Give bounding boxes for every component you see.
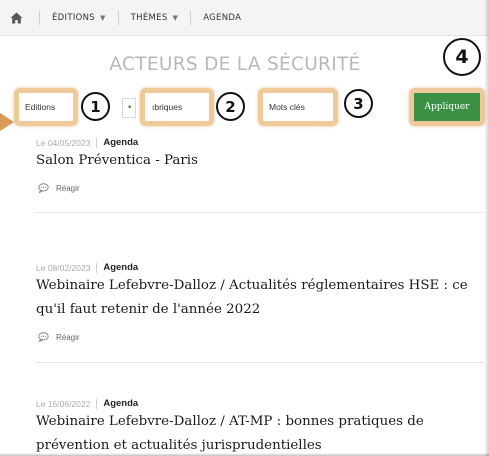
home-link[interactable]	[3, 0, 29, 36]
editions-filter-label: Editions	[25, 102, 56, 112]
nav-divider	[39, 10, 40, 25]
keywords-filter-input: Mots clés	[269, 102, 305, 112]
meta-divider	[96, 262, 98, 273]
list-item: Le 04/05/2023 Agenda Salon Préventica - …	[36, 137, 484, 193]
react-label: Réagir	[56, 332, 80, 342]
list-divider	[36, 362, 484, 363]
list-item: Le 08/02/2023 Agenda Webinaire Lefebvre-…	[36, 262, 484, 342]
article-meta: Le 08/02/2023 Agenda	[36, 262, 484, 273]
apply-button[interactable]: Appliquer	[414, 93, 480, 121]
chevron-down-icon: ▼	[172, 13, 179, 22]
rubriques-filter-label: ıbriques	[152, 102, 183, 112]
annotation-number-3: 3	[344, 89, 373, 118]
nav-item-themes[interactable]: THÈMES ▼	[129, 13, 181, 23]
list-divider	[36, 212, 484, 213]
comment-icon	[38, 332, 49, 342]
article-meta: Le 04/05/2023 Agenda	[36, 137, 484, 148]
annotation-number-4: 4	[443, 38, 481, 76]
nav-divider	[117, 10, 119, 25]
article-date: Le 08/02/2023	[36, 262, 91, 273]
meta-divider	[96, 398, 98, 409]
comment-icon	[38, 183, 49, 193]
article-category[interactable]: Agenda	[103, 262, 138, 273]
article-title[interactable]: Salon Préventica - Paris	[36, 149, 484, 173]
article-category[interactable]: Agenda	[103, 137, 138, 148]
home-icon	[10, 12, 22, 23]
article-date: Le 16/06/2022	[36, 398, 91, 409]
apply-button-highlight: Appliquer	[409, 88, 485, 126]
annotation-number-2: 2	[216, 92, 245, 121]
nav-item-label: AGENDA	[203, 12, 242, 23]
react-link[interactable]: Réagir	[38, 332, 484, 342]
nav-item-editions[interactable]: ÉDITIONS ▼	[50, 13, 108, 23]
list-item: Le 16/06/2022 Agenda Webinaire Lefebvre-…	[36, 398, 484, 456]
chevron-down-icon: ▼	[99, 13, 106, 22]
nav-item-label: THÈMES	[130, 12, 168, 23]
keywords-filter[interactable]: Mots clés	[258, 88, 338, 126]
article-category[interactable]: Agenda	[103, 398, 138, 409]
article-title[interactable]: Webinaire Lefebvre-Dalloz / Actualités r…	[36, 274, 484, 322]
editions-select-dropdown[interactable]: •	[122, 98, 136, 118]
react-label: Réagir	[56, 183, 80, 193]
top-nav: ÉDITIONS ▼ THÈMES ▼ AGENDA	[0, 0, 489, 36]
page-title: ACTEURS DE LA SÉCURITÉ	[109, 54, 361, 75]
rubriques-filter[interactable]: ıbriques	[140, 88, 214, 126]
annotation-number-1: 1	[81, 92, 110, 121]
meta-divider	[96, 137, 98, 148]
nav-item-label: ÉDITIONS	[52, 12, 95, 23]
nav-item-agenda[interactable]: AGENDA	[201, 13, 243, 23]
article-title[interactable]: Webinaire Lefebvre-Dalloz / AT-MP : bonn…	[36, 410, 484, 456]
annotation-arrow	[0, 113, 14, 131]
react-link[interactable]: Réagir	[38, 183, 484, 193]
nav-divider	[190, 10, 192, 25]
editions-filter[interactable]: Editions	[14, 88, 78, 126]
article-date: Le 04/05/2023	[36, 137, 91, 148]
article-meta: Le 16/06/2022 Agenda	[36, 398, 484, 409]
window-edge-shadow	[484, 0, 489, 456]
dropdown-marker-icon: •	[127, 103, 133, 113]
